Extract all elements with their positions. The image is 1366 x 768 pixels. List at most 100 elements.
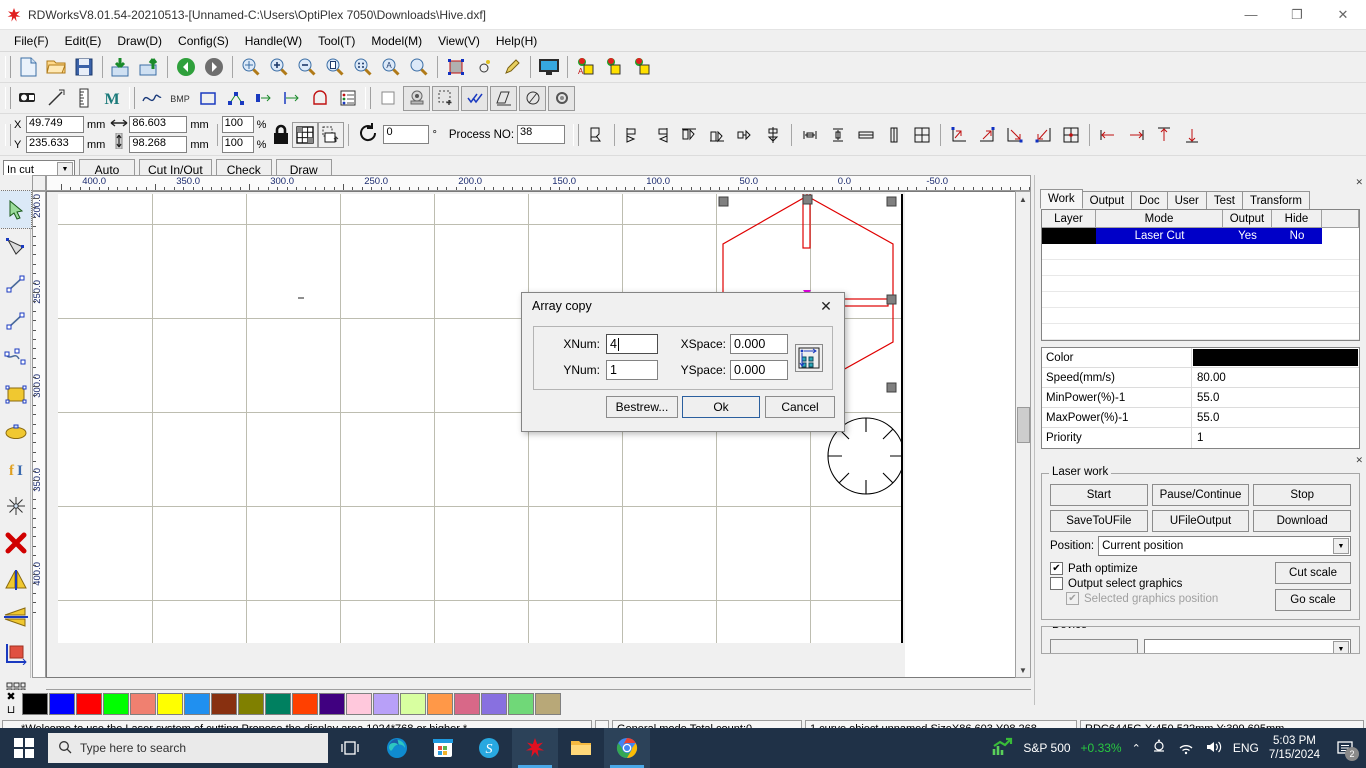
new-file-icon[interactable] — [14, 54, 42, 81]
color-swatch[interactable] — [238, 693, 264, 715]
import-icon[interactable] — [107, 54, 135, 81]
color-swatch[interactable] — [265, 693, 291, 715]
color-swatch[interactable] — [157, 693, 183, 715]
color-swatch[interactable] — [535, 693, 561, 715]
toolbar-grip[interactable] — [129, 87, 135, 109]
search-input[interactable]: Type here to search — [48, 733, 328, 763]
bezier-tool[interactable] — [0, 339, 31, 376]
circle-slash-icon[interactable] — [519, 85, 546, 111]
color-swatch[interactable] — [400, 693, 426, 715]
mirror-horizontal-tool[interactable] — [0, 561, 31, 598]
file-explorer-icon[interactable] — [558, 728, 604, 768]
zoom-in-icon[interactable] — [265, 54, 293, 81]
layer-list-icon[interactable] — [334, 85, 362, 112]
select-arrow-tool[interactable] — [0, 190, 32, 229]
menu-view[interactable]: View(V) — [430, 32, 488, 50]
zoom-page-icon[interactable] — [321, 54, 349, 81]
layer-output[interactable]: Yes — [1223, 228, 1272, 244]
zoom-selected-icon[interactable]: A — [377, 54, 405, 81]
skew-icon[interactable] — [490, 85, 517, 111]
color-swatch[interactable] — [319, 693, 345, 715]
pause-continue-button[interactable]: Pause/Continue — [1151, 484, 1250, 506]
tab-test[interactable]: Test — [1205, 191, 1243, 209]
layer-color-swatch[interactable] — [1042, 228, 1096, 244]
chevron-up-icon[interactable]: ⌃ — [1132, 742, 1141, 755]
stock-name[interactable]: S&P 500 — [1023, 741, 1070, 755]
bmp-icon[interactable]: BMP — [166, 85, 194, 112]
path-arrow-icon[interactable] — [42, 85, 70, 112]
cancel-button[interactable]: Cancel — [765, 396, 835, 418]
rdworks-icon[interactable] — [512, 728, 558, 768]
process-no-input[interactable]: 38 — [517, 125, 566, 144]
origin-bottom-left-icon[interactable] — [1029, 121, 1057, 148]
rotate-icon[interactable] — [353, 122, 383, 147]
download-button[interactable]: Download — [1253, 510, 1352, 532]
origin-top-left-icon[interactable] — [945, 121, 973, 148]
align-hcenter-icon[interactable] — [759, 121, 787, 148]
bestrew-button[interactable]: Bestrew... — [606, 396, 678, 418]
gear-icon[interactable] — [548, 85, 575, 111]
measure-icon[interactable] — [70, 85, 98, 112]
zoom-out-icon[interactable] — [293, 54, 321, 81]
color-swatch[interactable] — [292, 693, 318, 715]
chevron-down-icon[interactable]: ▼ — [1333, 641, 1349, 653]
array-right-icon[interactable] — [1122, 121, 1150, 148]
tab-user[interactable]: User — [1166, 191, 1207, 209]
toolbar-grip[interactable] — [5, 87, 11, 109]
save-file-icon[interactable] — [70, 54, 98, 81]
align-left-icon[interactable] — [619, 121, 647, 148]
menu-draw[interactable]: Draw(D) — [109, 32, 170, 50]
prop-color-swatch[interactable] — [1193, 349, 1358, 366]
x-input[interactable]: 49.749 — [26, 116, 84, 133]
menu-edit[interactable]: Edit(E) — [57, 32, 110, 50]
pen-icon[interactable] — [498, 54, 526, 81]
zoom-all-icon[interactable] — [349, 54, 377, 81]
language-indicator[interactable]: ENG — [1233, 741, 1259, 755]
laser-panel-close-icon[interactable]: ✕ — [1355, 455, 1363, 466]
grid-anchor-icon[interactable] — [292, 121, 319, 148]
y-input[interactable]: 235.633 — [26, 136, 84, 153]
lock-aspect-icon[interactable] — [270, 118, 292, 152]
tab-output[interactable]: Output — [1081, 191, 1133, 209]
align-vcenter-icon[interactable] — [731, 121, 759, 148]
prop-value[interactable]: 55.0 — [1192, 388, 1359, 407]
delete-tool[interactable] — [0, 524, 31, 561]
ynum-input[interactable]: 1 — [606, 360, 658, 380]
device-settings-button[interactable] — [1050, 639, 1138, 653]
curve-icon[interactable] — [138, 85, 166, 112]
undo-icon[interactable] — [172, 54, 200, 81]
tab-transform[interactable]: Transform — [1241, 191, 1310, 209]
close-icon[interactable]: ✕ — [812, 295, 840, 317]
ok-button[interactable]: Ok — [682, 396, 760, 418]
angle-input[interactable]: 0 — [383, 125, 430, 144]
distribute-h-icon[interactable] — [796, 121, 824, 148]
microsoft-store-icon[interactable] — [420, 728, 466, 768]
notification-center-icon[interactable]: 2 — [1330, 728, 1360, 768]
path-optimize-checkbox[interactable]: ✔ — [1050, 562, 1063, 575]
tab-doc[interactable]: Doc — [1131, 191, 1168, 209]
color-swatch[interactable] — [49, 693, 75, 715]
offset-icon[interactable] — [250, 85, 278, 112]
maximize-button[interactable]: ❐ — [1274, 0, 1320, 30]
origin-bottom-right-icon[interactable] — [1001, 121, 1029, 148]
output-select-graphics-checkbox[interactable] — [1050, 577, 1063, 590]
toolbar-grip[interactable] — [573, 123, 580, 146]
array-up-icon[interactable] — [1150, 121, 1178, 148]
prop-value[interactable]: 80.00 — [1192, 368, 1359, 387]
stock-change[interactable]: +0.33% — [1081, 741, 1122, 755]
align-right-icon[interactable] — [278, 85, 306, 112]
origin-center-icon[interactable] — [1057, 121, 1085, 148]
vscroll-thumb[interactable] — [1017, 407, 1030, 443]
camera-icon[interactable] — [403, 85, 430, 111]
color-swatch[interactable] — [76, 693, 102, 715]
color-swatch[interactable] — [373, 693, 399, 715]
minimize-button[interactable]: — — [1228, 0, 1274, 30]
array-copy-text-icon[interactable]: A — [572, 54, 600, 81]
toolbar-grip[interactable] — [5, 56, 11, 78]
rectangle-tool[interactable] — [0, 376, 31, 413]
prop-minpower-row[interactable]: MinPower(%)-1 55.0 — [1042, 388, 1359, 408]
width-percent-input[interactable]: 100 — [221, 116, 254, 133]
chevron-down-icon[interactable]: ▼ — [1333, 538, 1349, 554]
position-anchor-icon[interactable] — [318, 121, 345, 148]
menu-file[interactable]: File(F) — [6, 32, 57, 50]
